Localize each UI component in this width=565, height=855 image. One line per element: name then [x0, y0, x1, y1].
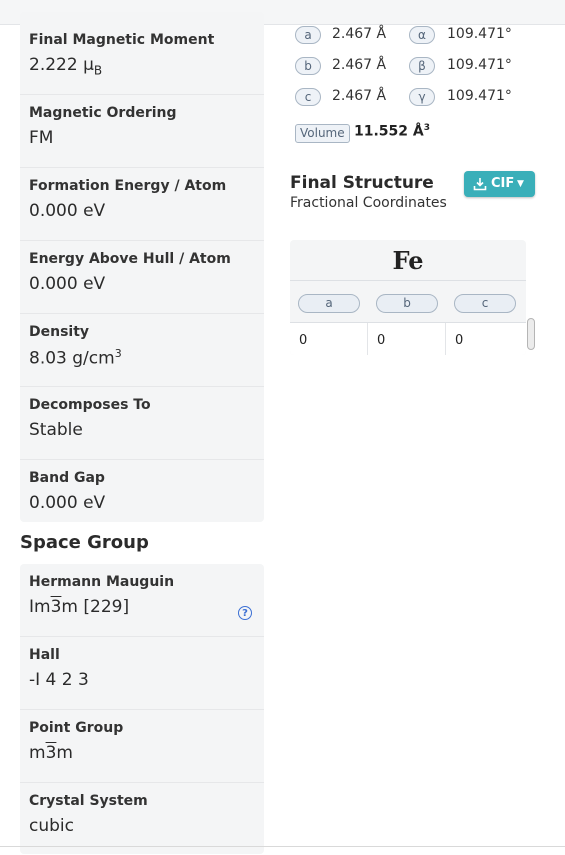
prop-value: Im3m [229]	[29, 597, 130, 617]
download-icon	[473, 175, 487, 201]
coord-cell-c: 0	[446, 323, 526, 355]
prop-label: Point Group	[29, 720, 124, 736]
space-group-heading: Space Group	[20, 532, 149, 553]
lattice-beta-tag: β	[409, 57, 435, 75]
lattice-b-tag: b	[295, 57, 321, 75]
column-header-c: c	[454, 294, 516, 313]
lattice-gamma-value: 109.471°	[447, 88, 512, 104]
lattice-c-value: 2.467 Å	[332, 88, 387, 104]
cif-download-button[interactable]: CIF ▼	[464, 171, 535, 197]
prop-value: 0.000 eV	[29, 274, 106, 294]
prop-value: -I 4 2 3	[29, 670, 89, 690]
crystal-system: Crystal System cubic	[20, 783, 264, 855]
column-header-a: a	[298, 294, 360, 313]
prop-value: 8.03 g/cm3	[29, 347, 122, 369]
chevron-down-icon: ▼	[517, 179, 524, 189]
prop-label: Band Gap	[29, 470, 105, 486]
prop-label: Final Magnetic Moment	[29, 32, 215, 48]
prop-label: Formation Energy / Atom	[29, 178, 227, 194]
lattice-gamma-tag: γ	[409, 88, 435, 106]
lattice-b-value: 2.467 Å	[332, 57, 387, 73]
density: Density 8.03 g/cm3	[20, 314, 264, 387]
volume-value: 11.552 Å3	[354, 123, 430, 140]
prop-label: Density	[29, 324, 90, 340]
lattice-c-tag: c	[295, 88, 321, 106]
coord-cell-a: 0	[290, 323, 368, 355]
prop-value: 0.000 eV	[29, 493, 106, 513]
prop-label: Decomposes To	[29, 397, 151, 413]
prop-label: Crystal System	[29, 793, 148, 809]
prop-label: Hall	[29, 647, 60, 663]
formation-energy: Formation Energy / Atom 0.000 eV	[20, 168, 264, 241]
bottom-divider	[0, 846, 565, 847]
magnetic-ordering: Magnetic Ordering FM	[20, 95, 264, 168]
prop-value: cubic	[29, 816, 74, 836]
coordinates-table: Fe a b c 0 0 0	[290, 240, 526, 355]
fractional-coordinates-label: Fractional Coordinates	[290, 195, 447, 211]
final-structure-heading: Final Structure	[290, 173, 434, 193]
point-group: Point Group m3m	[20, 710, 264, 783]
prop-value: FM	[29, 128, 54, 148]
energy-above-hull: Energy Above Hull / Atom 0.000 eV	[20, 241, 264, 314]
coord-cell-b: 0	[368, 323, 446, 355]
lattice-a-tag: a	[295, 26, 321, 44]
prop-value: 2.222 μB	[29, 55, 103, 78]
space-group-card: Hermann Mauguin Im3m [229] Hall -I 4 2 3…	[20, 564, 264, 854]
lattice-beta-value: 109.471°	[447, 57, 512, 73]
properties-card: Final Magnetic Moment 2.222 μB Magnetic …	[20, 12, 264, 522]
lattice-alpha-tag: α	[409, 26, 435, 44]
lattice-a-value: 2.467 Å	[332, 26, 387, 42]
help-icon[interactable]: ?	[238, 606, 252, 620]
table-scrollbar-thumb[interactable]	[527, 318, 535, 350]
final-magnetic-moment: Final Magnetic Moment 2.222 μB	[20, 22, 264, 95]
lattice-alpha-value: 109.471°	[447, 26, 512, 42]
volume-tag: Volume	[295, 124, 350, 143]
hall-symbol: Hall -I 4 2 3	[20, 637, 264, 710]
band-gap: Band Gap 0.000 eV	[20, 460, 264, 532]
prop-value: m3m	[29, 743, 73, 763]
prop-value: Stable	[29, 420, 83, 440]
decomposes-to: Decomposes To Stable	[20, 387, 264, 460]
prop-label: Magnetic Ordering	[29, 105, 177, 121]
column-header-b: b	[376, 294, 438, 313]
prop-value: 0.000 eV	[29, 201, 106, 221]
prop-label: Energy Above Hull / Atom	[29, 251, 231, 267]
cif-label: CIF	[491, 176, 515, 191]
prop-label: Hermann Mauguin	[29, 574, 175, 590]
hermann-mauguin: Hermann Mauguin Im3m [229]	[20, 564, 264, 637]
element-header: Fe	[290, 240, 526, 281]
